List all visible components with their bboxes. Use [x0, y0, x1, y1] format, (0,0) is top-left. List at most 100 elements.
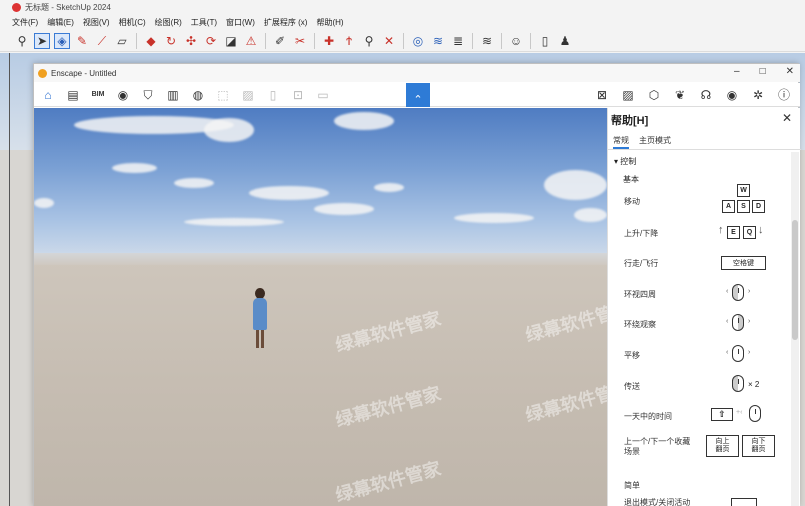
user-circle-icon[interactable]: ☺ — [508, 33, 524, 49]
menu-edit[interactable]: 编辑(E) — [47, 17, 74, 28]
scale-icon[interactable]: ◪ — [223, 33, 239, 49]
image-icon[interactable]: ▨ — [240, 87, 256, 103]
tab-home-mode[interactable]: 主页模式 — [639, 134, 671, 149]
menu-tools[interactable]: 工具(T) — [191, 17, 217, 28]
globe-icon[interactable]: ◍ — [190, 87, 206, 103]
key-a: A — [722, 200, 735, 213]
headset-icon[interactable]: ☊ — [698, 87, 714, 103]
subsection-basic: 基本 — [623, 175, 639, 184]
building-icon[interactable]: ▥ — [165, 87, 181, 103]
search-icon[interactable]: ⚲ — [14, 33, 30, 49]
chevron-right-icon: › — [748, 349, 751, 356]
row-label-move: 移动 — [624, 197, 640, 206]
plus-icon: +‹ — [736, 409, 743, 416]
minimize-button[interactable]: – — [734, 66, 740, 77]
key-w: W — [737, 184, 750, 197]
push-pull-icon[interactable]: ◆ — [143, 33, 159, 49]
mouse-scroll-icon — [749, 405, 761, 422]
collapse-toolbar-button[interactable]: ⌃ — [406, 83, 430, 107]
eye-icon[interactable]: ◉ — [724, 87, 740, 103]
sketchup-menu-bar: 文件(F) 编辑(E) 视图(V) 相机(C) 绘图(R) 工具(T) 窗口(W… — [0, 15, 805, 29]
row-label-walk-fly: 行走/飞行 — [624, 259, 659, 268]
render-icon[interactable]: ⊠ — [594, 87, 610, 103]
magnifier-icon[interactable]: ⚲ — [361, 33, 377, 49]
section-icon[interactable]: ✚ — [321, 33, 337, 49]
eraser-icon[interactable]: ◈ — [54, 32, 70, 49]
person-figure — [249, 288, 271, 348]
menu-file[interactable]: 文件(F) — [12, 17, 38, 28]
pencil-icon[interactable]: ✎ — [74, 33, 90, 49]
toolbar-divider — [314, 32, 315, 49]
mouse-double-click-icon — [732, 375, 744, 392]
zoom-extents-icon[interactable]: ✕ — [381, 33, 397, 49]
vr-icon[interactable]: ⊡ — [290, 87, 306, 103]
menu-help[interactable]: 帮助(H) — [316, 17, 343, 28]
shield-icon[interactable]: ⛉ — [140, 87, 156, 103]
export-icon[interactable]: ▭ — [315, 87, 331, 103]
chevron-right-icon: › — [748, 318, 751, 325]
help-close-icon[interactable]: ✕ — [782, 111, 792, 125]
tab-general[interactable]: 常规 — [613, 134, 629, 149]
sketchup-title: 无标题 - SketchUp 2024 — [25, 2, 111, 12]
menu-window[interactable]: 窗口(W) — [226, 17, 255, 28]
layer-icon[interactable]: ≣ — [450, 33, 466, 49]
text-icon[interactable]: Ϯ — [341, 33, 357, 49]
rotate-icon[interactable]: ↻ — [163, 33, 179, 49]
settings-icon[interactable]: ✲ — [750, 87, 766, 103]
person-icon[interactable]: ♟ — [557, 33, 573, 49]
menu-draw[interactable]: 绘图(R) — [155, 17, 182, 28]
line-icon[interactable]: ⟋ — [94, 33, 110, 49]
row-label-teleport: 传送 — [624, 382, 640, 391]
close-button[interactable]: ✕ — [786, 66, 794, 77]
frame-icon[interactable]: ⬚ — [215, 87, 231, 103]
mouse-middle-icon — [732, 345, 744, 362]
render-viewport[interactable]: 绿幕软件管家 绿幕软件管家 绿幕软件管家 绿幕软件管家 绿幕软件管家 — [34, 108, 607, 506]
cloud — [574, 208, 607, 222]
rect-icon[interactable]: ▱ — [114, 33, 130, 49]
orbit-icon[interactable]: ◎ — [410, 33, 426, 49]
key-e: E — [727, 226, 740, 239]
enscape-right-toolbar: ⊠ ▨ ⬡ ❦ ☊ ◉ ✲ ⓘ — [594, 83, 792, 107]
move-icon[interactable]: ✣ — [183, 33, 199, 49]
row-label-time-of-day: 一天中的时间 — [624, 412, 672, 421]
paint-icon[interactable]: ✐ — [272, 33, 288, 49]
maximize-button[interactable]: □ — [760, 66, 766, 77]
tape-icon[interactable]: ✂ — [292, 33, 308, 49]
file-icon[interactable]: ▯ — [265, 87, 281, 103]
key-q: Q — [743, 226, 756, 239]
section-simple: 简单 — [624, 481, 640, 490]
enscape-title: Enscape - Untitled — [51, 68, 117, 78]
cube-icon[interactable]: ⬡ — [646, 87, 662, 103]
select-arrow-icon[interactable]: ➤ — [34, 32, 50, 49]
section-title: 控制 — [620, 157, 637, 166]
render-horizon — [34, 253, 607, 265]
toolbar-divider — [472, 32, 473, 49]
section-controls[interactable]: ▾ 控制 — [614, 156, 636, 167]
key-escape — [731, 498, 757, 506]
leaf-icon[interactable]: ❦ — [672, 87, 688, 103]
view-icon[interactable]: ◉ — [115, 87, 131, 103]
cloud — [454, 213, 534, 223]
page-icon[interactable]: ▯ — [537, 33, 553, 49]
cloud — [112, 163, 157, 173]
doc-icon[interactable]: ▤ — [65, 87, 81, 103]
pan-icon[interactable]: ≋ — [430, 33, 446, 49]
menu-camera[interactable]: 相机(C) — [119, 17, 146, 28]
key-d: D — [752, 200, 765, 213]
toolbar-divider — [265, 32, 266, 49]
bim-icon[interactable]: BIM — [90, 87, 106, 103]
cloud — [334, 112, 394, 130]
scrollbar-thumb[interactable] — [792, 220, 798, 340]
row-label-favorite-scene: 上一个/下一个收藏 场景 — [624, 437, 691, 456]
menu-view[interactable]: 视图(V) — [83, 17, 110, 28]
chevron-left-icon: ‹ — [726, 318, 729, 325]
offset-icon[interactable]: ⚠ — [243, 33, 259, 49]
screenshot-icon[interactable]: ▨ — [620, 87, 636, 103]
help-scrollbar[interactable] — [791, 152, 799, 506]
menu-extensions[interactable]: 扩展程序 (x) — [264, 17, 308, 28]
home-icon[interactable]: ⌂ — [40, 87, 56, 103]
stack-icon[interactable]: ≋ — [479, 33, 495, 49]
refresh-icon[interactable]: ⟳ — [203, 33, 219, 49]
enscape-title-bar[interactable]: Enscape - Untitled – □ ✕ — [34, 64, 800, 82]
help-icon[interactable]: ⓘ — [776, 87, 792, 103]
